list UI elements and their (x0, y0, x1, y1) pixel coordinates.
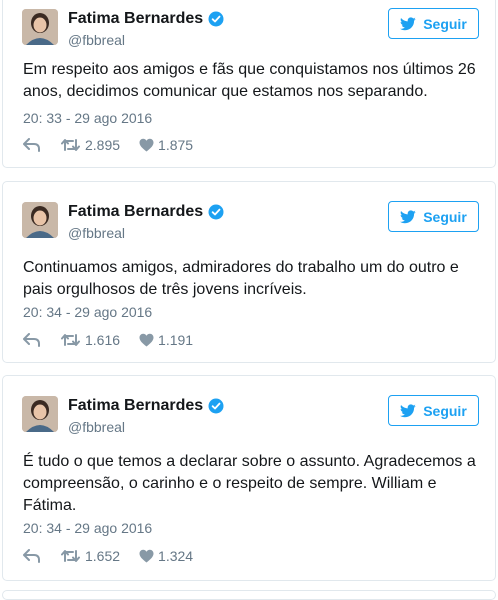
retweet-count: 2.895 (85, 137, 121, 153)
like-count: 1.875 (158, 137, 194, 153)
tweet-card: Fatima Bernardes @fbbreal Seguir É tudo … (2, 375, 496, 581)
verified-badge-icon (208, 398, 224, 414)
tweet-card: Fatima Bernardes @fbbreal Seguir Em resp… (2, 0, 496, 168)
tweet-timestamp[interactable]: 20: 34 - 29 ago 2016 (23, 519, 152, 537)
retweet-button[interactable]: 2.895 (61, 137, 120, 153)
twitter-bird-icon (400, 16, 416, 30)
tweet-actions: 1.652 1.324 (23, 548, 193, 564)
follow-label: Seguir (423, 15, 467, 32)
follow-label: Seguir (423, 208, 467, 225)
heart-icon (139, 333, 154, 347)
retweet-button[interactable]: 1.652 (61, 548, 120, 564)
tweet-text: Em respeito aos amigos e fãs que conquis… (23, 61, 476, 100)
reply-icon[interactable] (23, 333, 41, 347)
retweet-icon (61, 334, 80, 346)
retweet-button[interactable]: 1.616 (61, 332, 120, 348)
reply-icon[interactable] (23, 138, 41, 152)
author-name[interactable]: Fatima Bernardes (68, 9, 203, 29)
author-row: Fatima Bernardes (68, 9, 224, 29)
retweet-icon (61, 550, 80, 562)
like-button[interactable]: 1.191 (139, 332, 193, 348)
follow-button[interactable]: Seguir (388, 201, 479, 232)
retweet-count: 1.652 (85, 548, 121, 564)
tweet-actions: 1.616 1.191 (23, 332, 193, 348)
author-handle[interactable]: @fbbreal (68, 32, 125, 48)
like-button[interactable]: 1.875 (139, 137, 193, 153)
like-count: 1.191 (158, 332, 194, 348)
follow-button[interactable]: Seguir (388, 395, 479, 426)
author-name[interactable]: Fatima Bernardes (68, 396, 203, 416)
next-tweet-card-edge (2, 590, 496, 600)
author-name[interactable]: Fatima Bernardes (68, 202, 203, 222)
like-count: 1.324 (158, 548, 194, 564)
twitter-bird-icon (400, 403, 416, 417)
tweet-text: É tudo o que temos a declarar sobre o as… (23, 453, 476, 514)
verified-badge-icon (208, 204, 224, 220)
author-row: Fatima Bernardes (68, 396, 224, 416)
retweet-count: 1.616 (85, 332, 121, 348)
heart-icon (139, 138, 154, 152)
author-row: Fatima Bernardes (68, 202, 224, 222)
like-button[interactable]: 1.324 (139, 548, 193, 564)
retweet-icon (61, 139, 80, 151)
author-handle[interactable]: @fbbreal (68, 225, 125, 241)
avatar[interactable] (22, 202, 58, 238)
tweet-timestamp[interactable]: 20: 34 - 29 ago 2016 (23, 303, 152, 321)
follow-button[interactable]: Seguir (388, 8, 479, 39)
avatar[interactable] (22, 396, 58, 432)
twitter-bird-icon (400, 209, 416, 223)
tweet-timestamp[interactable]: 20: 33 - 29 ago 2016 (23, 109, 152, 127)
follow-label: Seguir (423, 402, 467, 419)
tweet-text: Continuamos amigos, admiradores do traba… (23, 259, 459, 298)
tweet-actions: 2.895 1.875 (23, 137, 193, 153)
heart-icon (139, 549, 154, 563)
reply-icon[interactable] (23, 549, 41, 563)
author-handle[interactable]: @fbbreal (68, 419, 125, 435)
verified-badge-icon (208, 11, 224, 27)
avatar[interactable] (22, 9, 58, 45)
tweet-card: Fatima Bernardes @fbbreal Seguir Continu… (2, 181, 496, 363)
